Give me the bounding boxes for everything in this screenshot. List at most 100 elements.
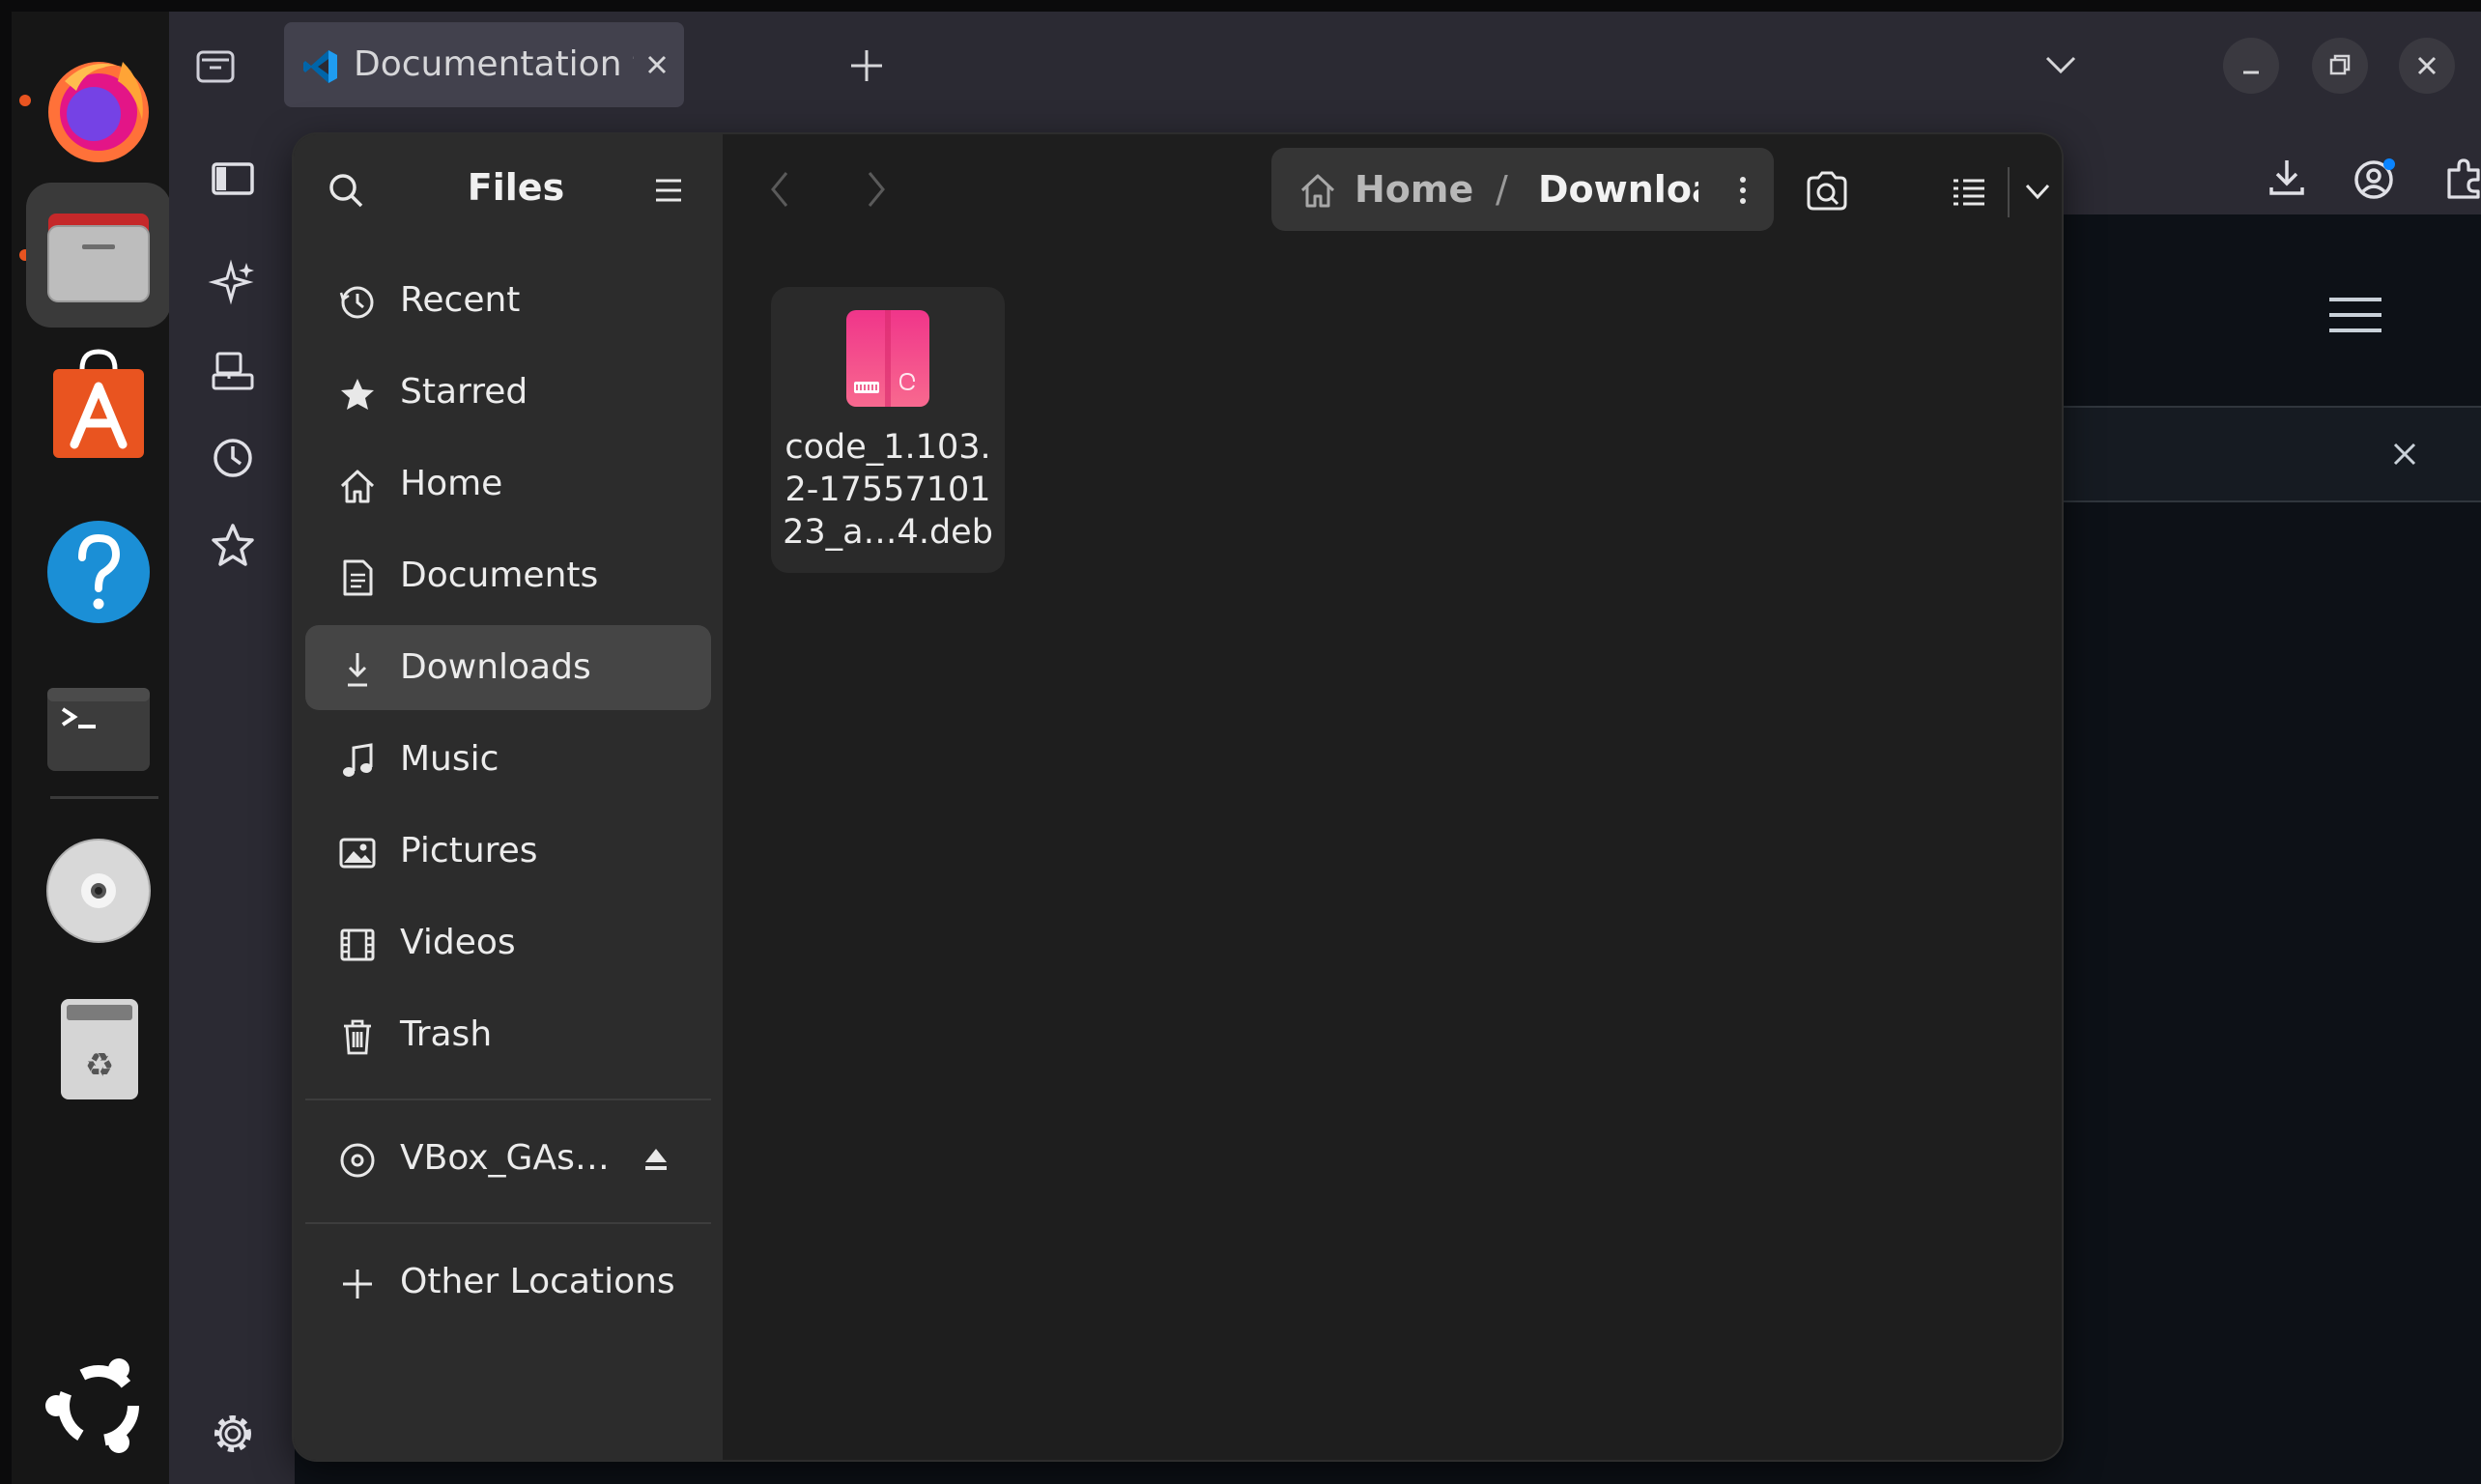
help-icon xyxy=(47,521,150,623)
debian-package-icon xyxy=(846,310,929,407)
sidebar-item-label: Videos xyxy=(400,923,516,962)
sidebar-item-label: Music xyxy=(400,739,499,779)
sidebar-item-pictures[interactable]: Pictures xyxy=(305,809,711,894)
terminal-icon xyxy=(47,688,150,771)
sidebar-item-downloads[interactable]: Downloads xyxy=(305,625,711,710)
vscode-icon xyxy=(303,50,337,83)
sidebar-separator xyxy=(305,1099,711,1100)
synced-devices-icon[interactable] xyxy=(208,346,258,396)
path-current-crumb[interactable]: Downloac xyxy=(1538,165,1698,214)
sidebar-item-starred[interactable]: Starred xyxy=(305,350,711,435)
bookmarks-star-icon[interactable] xyxy=(208,520,258,570)
file-item[interactable]: code_1.103. 2-17557101 23_a…4.deb xyxy=(771,287,1005,573)
eject-icon[interactable] xyxy=(642,1145,670,1174)
restore-window-button[interactable] xyxy=(2312,38,2368,94)
sidebar-item-label: Documents xyxy=(400,556,599,595)
recycle-bin-icon: ♻ xyxy=(61,999,138,1099)
clock-icon xyxy=(339,286,374,319)
trash-launcher[interactable]: ♻ xyxy=(26,978,171,1123)
sidebar-item-label: Trash xyxy=(400,1014,493,1054)
sidebar-item-label: Other Locations xyxy=(400,1262,675,1301)
firefox-sidebar xyxy=(169,118,295,1484)
firefox-icon xyxy=(48,62,149,162)
banner-close-icon[interactable] xyxy=(2389,439,2420,470)
sidebar-item-trash[interactable]: Trash xyxy=(305,992,711,1077)
home-icon xyxy=(1300,174,1335,208)
sidebar-item-music[interactable]: Music xyxy=(305,717,711,802)
list-view-icon[interactable] xyxy=(1950,173,1988,212)
new-tab-icon[interactable] xyxy=(847,46,886,85)
history-icon[interactable] xyxy=(208,433,258,483)
sidebar-title: Files xyxy=(467,166,565,209)
app-center-launcher[interactable] xyxy=(26,340,171,485)
view-options-chevron-icon[interactable] xyxy=(2021,177,2054,206)
sidebar-item-home[interactable]: Home xyxy=(305,442,711,527)
files-launcher[interactable] xyxy=(26,183,171,328)
music-note-icon xyxy=(343,743,373,777)
folder-icon xyxy=(47,214,150,302)
path-home-crumb[interactable]: Home xyxy=(1355,165,1473,214)
star-icon xyxy=(341,379,374,410)
settings-gear-icon[interactable] xyxy=(208,1409,258,1459)
browser-tab[interactable]: Documentation for Visual xyxy=(284,22,684,107)
close-tab-icon[interactable] xyxy=(643,51,670,78)
tab-overview-icon[interactable] xyxy=(194,44,237,87)
firefox-tab-bar: Documentation for Visual xyxy=(169,12,2481,118)
sidebar-item-label: VBox_GAs… xyxy=(400,1138,610,1178)
minimize-icon xyxy=(2243,71,2259,74)
sidebar-separator xyxy=(305,1222,711,1224)
sidebar-item-label: Downloads xyxy=(400,647,591,687)
back-arrow-icon[interactable] xyxy=(765,169,794,210)
downloads-icon[interactable] xyxy=(2266,157,2308,199)
plus-icon xyxy=(343,1270,372,1298)
sidebar-item-documents[interactable]: Documents xyxy=(305,533,711,618)
trash-icon xyxy=(344,1019,371,1055)
path-bar: Home / Downloac xyxy=(1271,148,1774,231)
help-launcher[interactable] xyxy=(26,499,171,644)
ubuntu-logo-icon xyxy=(45,1358,139,1453)
picture-icon xyxy=(339,838,376,869)
home-icon xyxy=(340,470,375,503)
files-sidebar: Files Recent Starred Home Documents Down… xyxy=(294,134,723,1460)
files-window: Files Recent Starred Home Documents Down… xyxy=(294,134,2062,1460)
path-menu-icon[interactable] xyxy=(1724,171,1762,210)
sidebar-item-label: Pictures xyxy=(400,831,538,870)
sidebar-item-label: Starred xyxy=(400,372,528,412)
minimize-window-button[interactable] xyxy=(2223,38,2279,94)
search-in-folder-icon[interactable] xyxy=(1805,169,1849,214)
sidebar-item-recent[interactable]: Recent xyxy=(305,258,711,343)
path-separator: / xyxy=(1496,168,1508,211)
disc-icon xyxy=(340,1143,375,1178)
close-icon xyxy=(2417,56,2437,75)
sidebar-item-videos[interactable]: Videos xyxy=(305,900,711,985)
show-apps-button[interactable] xyxy=(26,1333,171,1478)
document-icon xyxy=(343,559,373,596)
dock-separator xyxy=(50,796,158,799)
forward-arrow-icon[interactable] xyxy=(862,169,891,210)
svg-text:♻: ♻ xyxy=(85,1046,114,1085)
film-icon xyxy=(340,928,375,961)
ubuntu-dock: ♻ xyxy=(12,12,171,1484)
sidebar-item-vbox-device[interactable]: VBox_GAs… xyxy=(305,1116,711,1201)
page-menu-icon[interactable] xyxy=(2327,296,2383,334)
chevron-down-icon[interactable] xyxy=(2041,50,2080,79)
sidebar-item-label: Recent xyxy=(400,280,521,320)
app-center-icon xyxy=(53,349,144,458)
restore-icon xyxy=(2329,54,2351,75)
terminal-launcher[interactable] xyxy=(26,657,171,802)
search-icon[interactable] xyxy=(327,171,365,210)
firefox-launcher[interactable] xyxy=(26,33,171,178)
download-icon xyxy=(348,653,367,687)
sidebar-toggle-icon[interactable] xyxy=(208,155,258,205)
tab-title: Documentation for Visual xyxy=(354,44,634,84)
account-icon[interactable] xyxy=(2351,155,2399,203)
extensions-puzzle-icon[interactable] xyxy=(2441,157,2481,201)
close-window-button[interactable] xyxy=(2399,38,2455,94)
sidebar-item-label: Home xyxy=(400,464,503,503)
sparkle-icon[interactable] xyxy=(208,257,258,307)
sidebar-item-other-locations[interactable]: Other Locations xyxy=(305,1240,711,1325)
view-divider xyxy=(2008,167,2010,217)
optical-disc-launcher[interactable] xyxy=(26,819,171,964)
file-name: code_1.103. 2-17557101 23_a…4.deb xyxy=(783,428,993,552)
main-menu-icon[interactable] xyxy=(653,175,684,206)
